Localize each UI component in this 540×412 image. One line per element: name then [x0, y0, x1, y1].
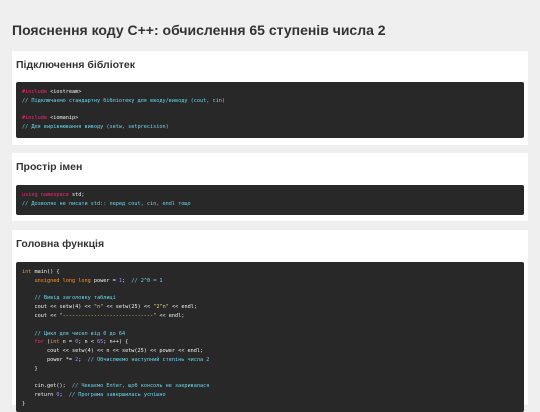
code-token: int — [50, 339, 60, 346]
code-token: << endl; — [168, 304, 197, 311]
code-line: // Вивід заголовку таблиці — [22, 294, 518, 303]
code-line: #include <iostream> — [22, 88, 518, 97]
code-token: namespace — [40, 192, 69, 198]
code-line: #include <iomanip> — [22, 114, 518, 123]
code-token: ; n < — [78, 339, 97, 346]
code-token: cout << setw(4) << — [22, 304, 94, 311]
code-token: n = — [59, 339, 76, 346]
code-token: <iomanip> — [47, 115, 79, 122]
code-line: // Цикл для чисел від 0 до 64 — [22, 330, 518, 339]
code-token: ; n++) { — [103, 339, 129, 346]
code-token: << endl; — [156, 312, 185, 319]
code-token: // Підключаємо стандартну бібліотеку для… — [22, 97, 226, 104]
code-line: return 0; // Програма завершилась успішн… — [22, 391, 518, 400]
code-token: cin.get(); — [22, 383, 72, 390]
code-line: } — [22, 365, 518, 374]
code-token: } — [22, 400, 26, 407]
code-token: ; — [78, 356, 88, 363]
code-token: cout << — [22, 312, 60, 319]
code-token: std; — [68, 192, 85, 198]
code-block-includes[interactable]: #include <iostream>// Підключаємо станда… — [16, 82, 524, 138]
code-token: main() { — [31, 269, 60, 275]
code-token: power = — [90, 277, 119, 284]
code-line: // Дозволяє не писати std:: перед cout, … — [22, 200, 518, 209]
section-heading-namespace: Простір імен — [16, 161, 83, 173]
code-token: // Дозволяє не писати std:: перед cout, … — [22, 200, 191, 207]
code-token: // Вивід заголовку таблиці — [34, 295, 116, 302]
code-line: using namespace std; — [22, 191, 518, 200]
code-token: for — [34, 339, 44, 346]
code-line: power *= 2; // Обчислюємо наступний степ… — [22, 356, 518, 365]
code-line: cout << setw(4) << "n" << setw(25) << "2… — [22, 303, 518, 312]
code-block-main[interactable]: int main() { unsigned long long power = … — [16, 262, 524, 412]
code-token: // Для вирівнювання виводу (setw, setpre… — [22, 124, 169, 131]
code-token: // Чекаємо Enter, щоб консоль не закрива… — [71, 383, 210, 390]
code-token: "2^n" — [153, 304, 169, 311]
code-line: int main() { — [22, 268, 518, 277]
code-token: unsigned long long — [34, 277, 91, 284]
page: Пояснення коду C++: обчислення 65 ступен… — [0, 0, 540, 412]
code-line: // Підключаємо стандартну бібліотеку для… — [22, 97, 518, 106]
code-token: ; — [59, 392, 69, 399]
code-line: } — [22, 400, 518, 409]
code-token: << setw(25) << — [103, 304, 154, 311]
code-line: // Для вирівнювання виводу (setw, setpre… — [22, 123, 518, 132]
code-token: int — [22, 269, 32, 275]
code-line: cout << "-----------------------------" … — [22, 312, 518, 321]
code-token: // Програма завершилась успішно — [68, 392, 166, 399]
code-token: // 2^0 = 1 — [131, 277, 163, 284]
code-token: <iostream> — [47, 89, 82, 95]
code-line: cin.get(); // Чекаємо Enter, щоб консоль… — [22, 382, 518, 391]
section-includes: Підключення бібліотек #include <iostream… — [12, 51, 528, 145]
code-block-namespace[interactable]: using namespace std;// Дозволяє не писат… — [16, 185, 524, 215]
code-token: cout << setw(4) << n << setw(25) << powe… — [22, 348, 204, 355]
code-token: ; — [121, 277, 132, 284]
code-line: cout << setw(4) << n << setw(25) << powe… — [22, 347, 518, 356]
code-token: #include — [22, 115, 47, 122]
section-namespace: Простір імен using namespace std;// Дозв… — [12, 153, 528, 221]
code-token: // Обчислюємо наступний степінь числа 2 — [87, 356, 210, 363]
section-heading-includes: Підключення бібліотек — [16, 59, 136, 71]
page-title: Пояснення коду C++: обчислення 65 ступен… — [12, 22, 386, 38]
code-token: #include — [22, 89, 47, 95]
code-token: power *= — [22, 356, 76, 363]
code-token: using — [22, 192, 38, 198]
code-token: "-----------------------------" — [59, 312, 157, 319]
section-heading-main: Головна функція — [16, 238, 105, 250]
code-token: "n" — [93, 304, 104, 311]
code-line: unsigned long long power = 1; // 2^0 = 1 — [22, 277, 518, 286]
code-line: for (int n = 0; n < 65; n++) { — [22, 338, 518, 347]
section-main: Головна функція int main() { unsigned lo… — [12, 230, 528, 412]
code-token: } — [22, 365, 38, 372]
code-token: // Цикл для чисел від 0 до 64 — [34, 330, 126, 337]
code-token: return — [22, 392, 57, 399]
